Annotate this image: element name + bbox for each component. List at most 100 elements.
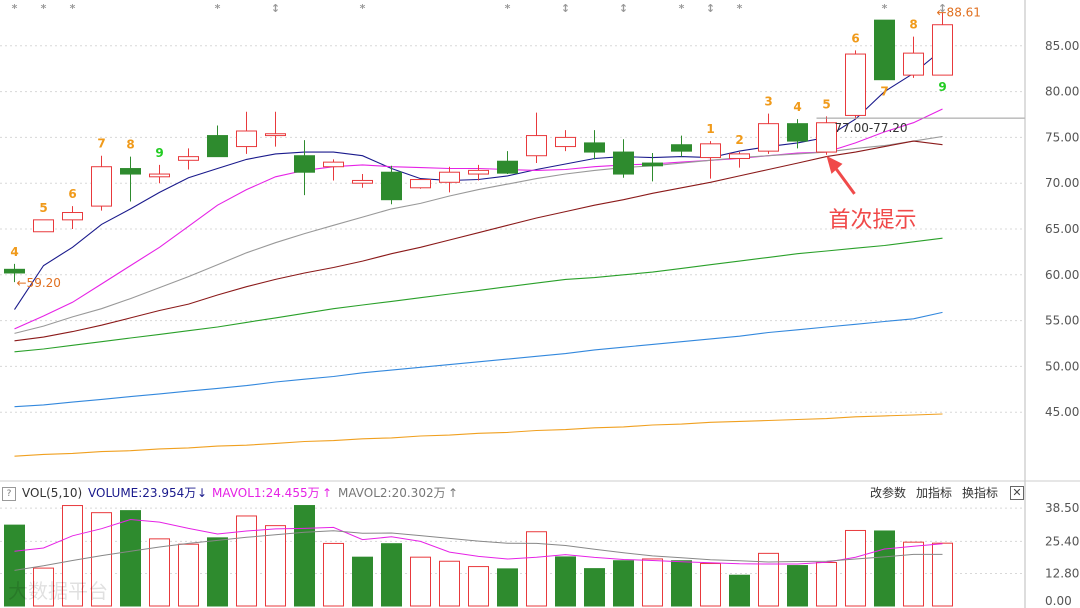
volume-bar (845, 529, 866, 607)
signal-arrow-head (826, 155, 843, 174)
price-tick-label: 70.00 (1045, 176, 1079, 190)
change-params-button[interactable]: 改参数 (870, 484, 906, 502)
candle (178, 148, 199, 170)
candle-body (265, 133, 286, 137)
volume-bar (903, 541, 924, 607)
candle-body (613, 151, 634, 175)
candle-body (903, 52, 924, 76)
td-count-label: 8 (909, 18, 917, 32)
candle-body (323, 161, 344, 168)
candle-body (149, 173, 170, 178)
td-count-label: 7 (880, 85, 888, 99)
vol-tick-label: 38.50 (1045, 501, 1079, 515)
volume-arrow-icon: ↓ (197, 486, 208, 500)
top-mark: ↕ (271, 2, 280, 15)
price-tick-label: 85.00 (1045, 39, 1079, 53)
td-count-label: 7 (97, 137, 105, 151)
candle-body (642, 162, 663, 167)
candle-body (91, 166, 112, 207)
candle (62, 206, 83, 230)
candle-body (526, 135, 547, 157)
volume-bar (932, 542, 953, 607)
first-signal-text: 首次提示 (829, 208, 917, 233)
candle-body (845, 53, 866, 116)
candle (903, 36, 924, 78)
candle-body (439, 171, 460, 183)
mavol1-value: MAVOL1:24.455万 (212, 486, 320, 500)
watermark-text: 大数据平台 (8, 579, 108, 603)
candle-body (381, 171, 402, 201)
candle (584, 130, 605, 160)
price-tick-label: 60.00 (1045, 268, 1079, 282)
candle-body (700, 143, 721, 159)
candle (439, 166, 460, 193)
candle-body (816, 122, 837, 153)
candle-body (787, 123, 808, 142)
candle (120, 156, 141, 202)
candle (265, 111, 286, 147)
td-count-label: 8 (126, 138, 134, 152)
td-count-label: 2 (735, 133, 743, 147)
switch-indicator-button[interactable]: 换指标 (962, 484, 998, 502)
td-count-label: 1 (706, 122, 714, 136)
volume-bar (294, 505, 315, 607)
vol-label: VOL(5,10) (22, 486, 83, 500)
candle (729, 152, 750, 168)
candle (555, 130, 576, 152)
candle-body (178, 156, 199, 161)
candle-body (874, 19, 895, 81)
candle (91, 155, 112, 211)
stock-chart: 4567 89123 4 56789* * * * ↕ * * ↕ ↕ * ↕ * * ↕←59.20←88.6… (0, 0, 1080, 608)
top-mark: * (360, 2, 366, 15)
candle-body (555, 136, 576, 148)
candle (874, 19, 895, 81)
candle (236, 111, 257, 154)
volume-bar (671, 560, 692, 607)
candle (410, 179, 431, 189)
candle-body (62, 212, 83, 221)
candle-body (207, 135, 228, 158)
volume-bar (787, 565, 808, 607)
volume-bar (352, 556, 373, 607)
volume-bar (874, 530, 895, 607)
close-icon[interactable]: ✕ (1010, 486, 1024, 500)
volume-bar (700, 563, 721, 607)
volume-bar (410, 556, 431, 607)
candle-body (352, 179, 373, 184)
volume-bar (555, 556, 576, 607)
volume-bar (207, 537, 228, 607)
candle (758, 113, 779, 154)
volume-bar (439, 560, 460, 607)
candle-body (33, 219, 54, 233)
candle (526, 112, 547, 164)
td-count-label: 9 (938, 80, 946, 94)
td-count-label: 4 (793, 100, 801, 114)
volume-bar (236, 515, 257, 607)
ma-line-6 (14, 311, 943, 408)
volume-bar (816, 562, 837, 607)
volume-bar (149, 538, 170, 607)
high-price-label: ←88.61 (937, 6, 981, 20)
top-mark: * (12, 2, 18, 15)
candle-body (4, 268, 25, 274)
candle (816, 116, 837, 155)
volume-bar (613, 560, 634, 607)
volume-bar (497, 568, 518, 607)
td-count-label: 5 (39, 201, 47, 215)
add-indicator-button[interactable]: 加指标 (916, 484, 952, 502)
top-mark: * (70, 2, 76, 15)
top-mark: * (505, 2, 511, 15)
help-icon[interactable]: ? (2, 487, 16, 501)
range-label: 77.00-77.20 (835, 121, 908, 135)
candle (381, 165, 402, 205)
td-count-label: 5 (822, 97, 830, 111)
top-mark: * (41, 2, 47, 15)
ma-line-5 (14, 237, 943, 353)
top-mark: ↕ (561, 2, 570, 15)
candle-body (120, 168, 141, 175)
candle-body (468, 169, 489, 175)
candle-body (410, 179, 431, 189)
candle (207, 125, 228, 158)
top-mark: * (679, 2, 685, 15)
volume-bar (584, 568, 605, 607)
